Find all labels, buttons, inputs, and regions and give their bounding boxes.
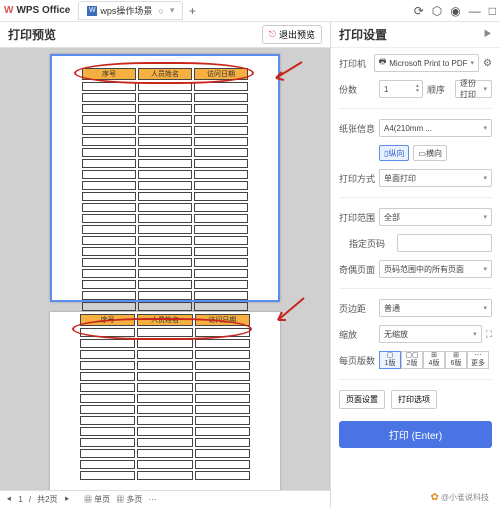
page-setup-button[interactable]: 页面设置 xyxy=(339,390,385,409)
chevron-down-icon: ▾ xyxy=(483,304,487,312)
page-next-icon[interactable]: ⯈ xyxy=(64,495,70,505)
hex-icon[interactable]: ⬡ xyxy=(432,4,442,18)
tab-strip: W wps操作场景 ○ ▾ + xyxy=(78,1,199,20)
orientation-landscape[interactable]: ▭横向 xyxy=(413,145,447,161)
preview-page-2[interactable]: 序号 人员姓名 访问日期 xyxy=(50,312,280,490)
chevron-down-icon: ▾ xyxy=(483,85,487,93)
annotation-arrow xyxy=(272,60,306,90)
col-header: 人员姓名 xyxy=(137,314,192,326)
chevron-down-icon: ▾ xyxy=(471,59,475,67)
landscape-icon: ▭ xyxy=(418,149,426,158)
watermark-icon: ✿ xyxy=(430,492,438,503)
persheet-more[interactable]: ⋯更多 xyxy=(467,351,489,369)
mode-select[interactable]: 单面打印 ▾ xyxy=(379,169,492,187)
minimize-icon[interactable]: — xyxy=(469,4,481,18)
preview-column: 打印预览 ⎋ 退出预览 序号 人员姓名 访问日期 xyxy=(0,22,330,508)
print-options-button[interactable]: 打印选项 xyxy=(391,390,437,409)
user-icon[interactable]: ◉ xyxy=(450,4,460,18)
window-controls: ⟳ ⬡ ◉ — □ xyxy=(414,4,496,18)
view-multi[interactable]: ▦ 多页 xyxy=(116,494,142,505)
preview-page-1[interactable]: 序号 人员姓名 访问日期 xyxy=(50,54,280,302)
watermark: ✿ @小雀说科技 xyxy=(427,491,492,504)
chevron-down-icon: ▾ xyxy=(483,174,487,182)
print-button[interactable]: 打印 (Enter) xyxy=(339,421,492,448)
view-more[interactable]: ··· xyxy=(148,495,156,504)
mode-label: 打印方式 xyxy=(339,172,375,185)
printer-select[interactable]: 🖶 Microsoft Print to PDF ▾ xyxy=(374,54,479,72)
preview-title: 打印预览 xyxy=(8,26,56,43)
preview-header: 打印预览 ⎋ 退出预览 xyxy=(0,22,330,48)
chevron-down-icon: ▾ xyxy=(473,330,477,338)
tab-modified-icon: ○ xyxy=(158,6,163,16)
order-select[interactable]: 逐份打印 ▾ xyxy=(455,80,492,98)
col-header: 访问日期 xyxy=(194,68,248,80)
margin-select[interactable]: 普通 ▾ xyxy=(379,299,492,317)
col-header: 人员姓名 xyxy=(138,68,192,80)
settings-title: 打印设置 xyxy=(339,26,387,43)
paper-label: 纸张信息 xyxy=(339,122,375,135)
margin-label: 页边距 xyxy=(339,302,375,315)
scale-select[interactable]: 无缩放 ▾ xyxy=(379,325,482,343)
app-logo: W WPS Office xyxy=(4,5,70,16)
tab-label: wps操作场景 xyxy=(100,4,152,17)
persheet-options: ▢1版 ▢▢2版 ⊞4版 ⊞6版 ⋯更多 xyxy=(379,351,489,369)
persheet-1[interactable]: ▢1版 xyxy=(379,351,401,369)
document-tab[interactable]: W wps操作场景 ○ ▾ xyxy=(78,1,183,20)
spinner-icon[interactable]: ▲▼ xyxy=(415,84,420,94)
chevron-down-icon: ▾ xyxy=(483,213,487,221)
pages-spec-input[interactable] xyxy=(397,234,492,252)
doc-icon: W xyxy=(87,6,97,16)
settings-panel: 打印设置 ⯈ 打印机 🖶 Microsoft Print to PDF ▾ ⚙ … xyxy=(330,22,500,508)
scale-label: 缩放 xyxy=(339,328,375,341)
persheet-2[interactable]: ▢▢2版 xyxy=(401,351,423,369)
collapse-icon[interactable]: ⯈ xyxy=(482,27,492,42)
range-select[interactable]: 全部 ▾ xyxy=(379,208,492,226)
page-prev-icon[interactable]: ⯇ xyxy=(6,495,12,505)
persheet-4[interactable]: ⊞4版 xyxy=(423,351,445,369)
logo-icon: W xyxy=(4,5,13,16)
view-single[interactable]: ▦ 单页 xyxy=(84,494,110,505)
page-current: 1 xyxy=(18,495,22,504)
paper-select[interactable]: A4(210mm ... ▾ xyxy=(379,119,492,137)
printer-label: 打印机 xyxy=(339,57,370,70)
preview-table-2: 序号 人员姓名 访问日期 xyxy=(78,312,252,482)
chevron-down-icon: ▾ xyxy=(483,124,487,132)
oddeven-select[interactable]: 页码范围中的所有页面 ▾ xyxy=(379,260,492,278)
close-icon[interactable]: ▾ xyxy=(170,5,175,16)
persheet-6[interactable]: ⊞6版 xyxy=(445,351,467,369)
copies-input[interactable]: 1 ▲▼ xyxy=(379,80,423,98)
persheet-label: 每页版数 xyxy=(339,354,375,367)
app-name: WPS Office xyxy=(16,5,70,16)
printer-settings-icon[interactable]: ⚙ xyxy=(483,58,492,69)
scale-settings-icon[interactable]: ⛶ xyxy=(486,329,492,340)
chevron-down-icon: ▾ xyxy=(483,265,487,273)
preview-status-bar: ⯇ 1 / 共2页 ⯈ ▦ 单页 ▦ 多页 ··· xyxy=(0,490,330,508)
maximize-icon[interactable]: □ xyxy=(489,4,496,18)
exit-icon: ⎋ xyxy=(269,29,276,40)
col-header: 序号 xyxy=(80,314,135,326)
sync-icon[interactable]: ⟳ xyxy=(414,4,424,18)
col-header: 访问日期 xyxy=(195,314,250,326)
preview-canvas[interactable]: 序号 人员姓名 访问日期 xyxy=(0,48,330,490)
preview-table-1: 序号 人员姓名 访问日期 xyxy=(80,66,250,335)
title-bar: W WPS Office W wps操作场景 ○ ▾ + ⟳ ⬡ ◉ — □ xyxy=(0,0,500,22)
settings-title-bar: 打印设置 ⯈ xyxy=(331,22,500,48)
orientation-portrait[interactable]: ▯纵向 xyxy=(379,145,409,161)
pages-spec-label: 指定页码 xyxy=(349,237,393,250)
range-label: 打印范围 xyxy=(339,211,375,224)
oddeven-label: 奇偶页面 xyxy=(339,263,375,276)
exit-label: 退出预览 xyxy=(279,28,315,41)
exit-preview-button[interactable]: ⎋ 退出预览 xyxy=(262,25,322,44)
copies-label: 份数 xyxy=(339,83,375,96)
new-tab-button[interactable]: + xyxy=(185,4,199,18)
printer-value: Microsoft Print to PDF xyxy=(389,59,467,68)
page-total: 共2页 xyxy=(37,494,57,505)
order-label: 顺序 xyxy=(427,83,451,96)
col-header: 序号 xyxy=(82,68,136,80)
